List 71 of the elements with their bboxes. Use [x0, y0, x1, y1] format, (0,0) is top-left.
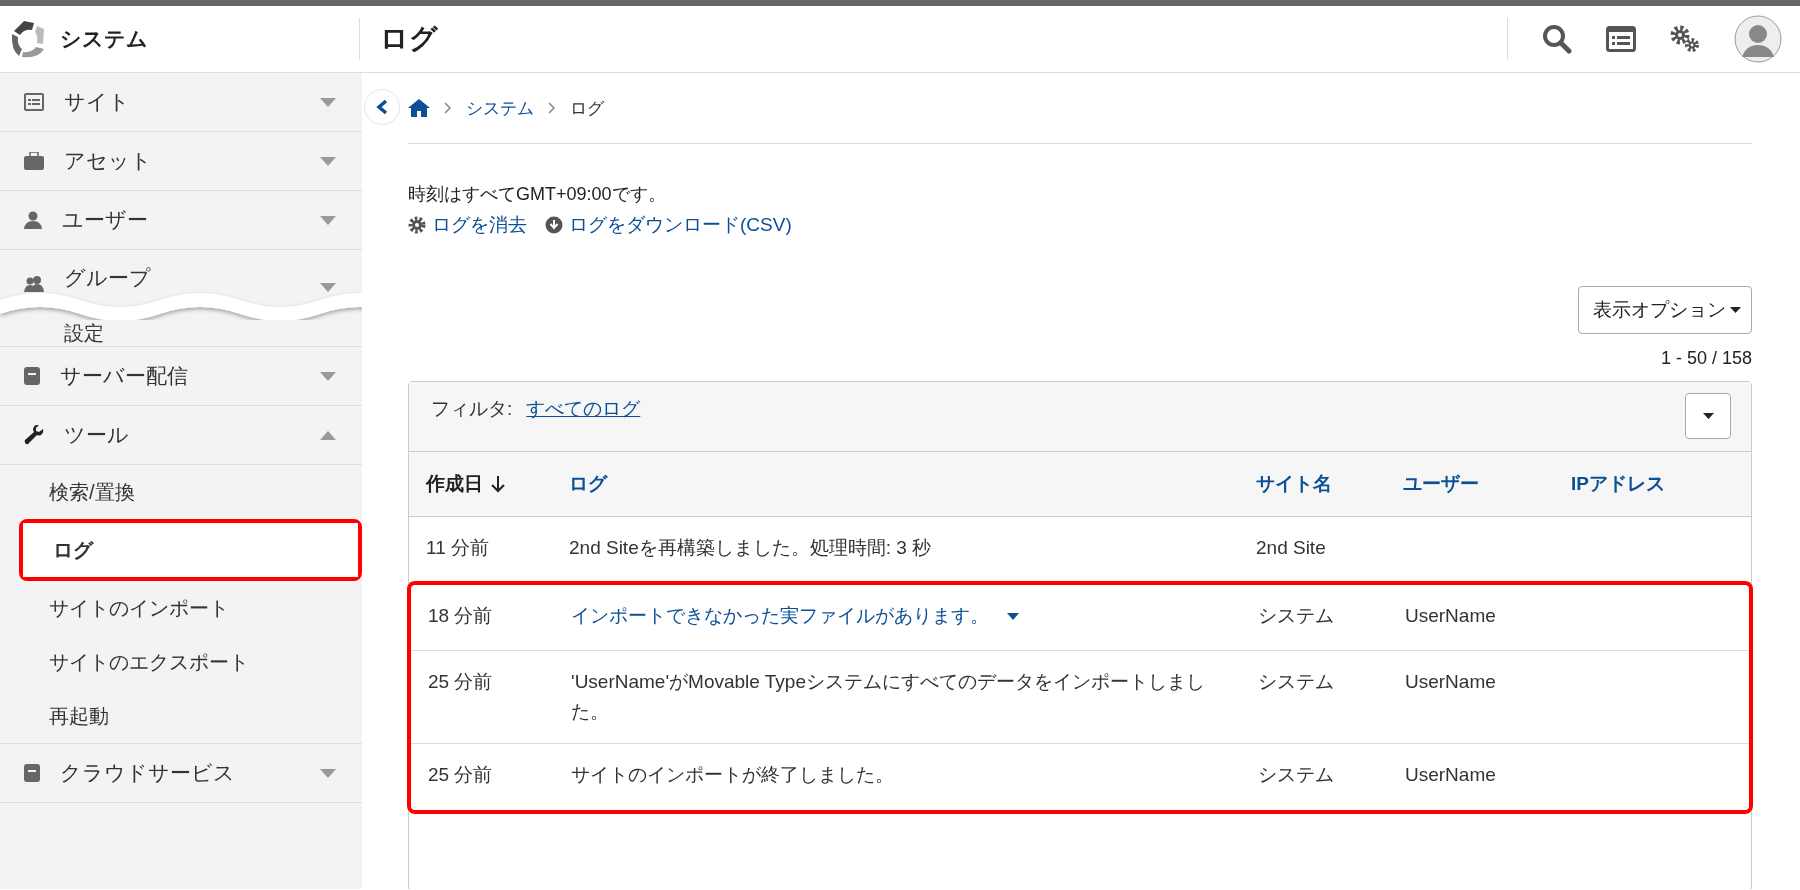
sidebar-subitem[interactable]: ログ	[23, 523, 358, 577]
sidebar-subitem[interactable]: 再起動	[0, 689, 362, 743]
sidebar-item[interactable]: サーバー配信	[0, 347, 362, 406]
arrow-down-icon	[491, 475, 505, 493]
app-name: システム	[60, 26, 148, 52]
table-cell-text: 2nd Siteを再構築しました。処理時間: 3 秒	[569, 536, 933, 560]
collapse-sidebar-button[interactable]	[364, 89, 400, 125]
table-cell-text: 2nd Site	[1256, 536, 1327, 560]
window-icon	[1606, 26, 1636, 52]
column-header[interactable]: サイト名	[1256, 471, 1403, 497]
users-icon	[24, 276, 44, 292]
box-icon	[24, 764, 40, 782]
chevron-right-icon	[548, 102, 556, 114]
sidebar-item[interactable]: サイト	[0, 73, 362, 132]
search-icon	[1542, 24, 1572, 54]
caret-down-icon	[1730, 307, 1741, 313]
action-link[interactable]: ログを消去	[408, 212, 527, 238]
column-header[interactable]: ログ	[569, 471, 1256, 497]
window-icon	[24, 93, 44, 111]
download-icon	[545, 216, 563, 234]
sidebar-item[interactable]: クラウドサービス	[0, 744, 362, 803]
sidebar-item[interactable]: ツール	[0, 406, 362, 465]
pagination-count: 1 - 50 / 158	[1659, 348, 1752, 369]
settings-button[interactable]	[1670, 25, 1700, 53]
page-title: ログ	[380, 22, 439, 56]
user-avatar[interactable]	[1734, 15, 1782, 63]
chevron-right-icon	[444, 102, 452, 114]
column-header[interactable]: IPアドレス	[1571, 471, 1751, 497]
search-button[interactable]	[1542, 24, 1572, 54]
breadcrumb-link[interactable]: システム	[466, 96, 534, 120]
caret-down-icon	[1702, 413, 1714, 419]
table-cell-text: UserName	[1405, 604, 1497, 628]
site-list-button[interactable]	[1606, 26, 1636, 52]
table-cell-text: 'UserName'がMovable Typeシステムにすべてのデータをインポートしました。	[571, 670, 1206, 724]
table-cell-text: サイトのインポートが終了しました。	[571, 763, 895, 787]
user-icon	[24, 211, 42, 229]
breadcrumb-current: ログ	[570, 97, 604, 120]
filter-link[interactable]: すべてのログ	[526, 396, 641, 422]
home-icon[interactable]	[408, 99, 430, 117]
wrench-icon	[24, 425, 44, 445]
action-link[interactable]: ログをダウンロード(CSV)	[545, 212, 792, 238]
log-link[interactable]: インポートできなかった実ファイルがあります。	[571, 601, 1258, 631]
table-cell-text: システム	[1258, 763, 1335, 787]
gears-icon	[1670, 25, 1700, 53]
filter-label: フィルタ:	[431, 397, 513, 421]
table-cell-text: 11 分前	[426, 536, 490, 560]
table-cell-text: 25 分前	[428, 763, 494, 787]
box-icon	[24, 367, 40, 385]
table-cell-text: UserName	[1405, 763, 1497, 787]
caret-down-icon	[1007, 612, 1019, 620]
table-cell-text: システム	[1258, 604, 1335, 628]
table-cell-text: 25 分前	[428, 670, 494, 694]
logo-icon	[10, 19, 46, 59]
sidebar-subitem[interactable]: サイトのインポート	[0, 581, 362, 635]
gear-icon	[408, 216, 426, 234]
chevron-left-icon	[376, 99, 388, 115]
timezone-notice: 時刻はすべてGMT+09:00です。	[408, 183, 667, 206]
sidebar-subitem[interactable]: 検索/置換	[0, 465, 362, 519]
sidebar-subitem[interactable]: サイトのエクスポート	[0, 635, 362, 689]
table-cell-text: 18 分前	[428, 604, 494, 628]
sidebar-item[interactable]: ユーザー	[0, 191, 362, 250]
column-header[interactable]: 作成日	[426, 471, 569, 497]
table-cell-text: システム	[1258, 670, 1335, 694]
briefcase-icon	[24, 152, 44, 170]
avatar-icon	[1734, 15, 1782, 63]
table-cell-text: UserName	[1405, 670, 1497, 694]
column-header[interactable]: ユーザー	[1403, 471, 1571, 497]
display-options-button[interactable]: 表示オプション	[1578, 286, 1752, 334]
sidebar-item[interactable]: グループ	[64, 264, 151, 292]
sidebar-item[interactable]: 設定	[64, 320, 104, 347]
sidebar-item[interactable]: アセット	[0, 132, 362, 191]
